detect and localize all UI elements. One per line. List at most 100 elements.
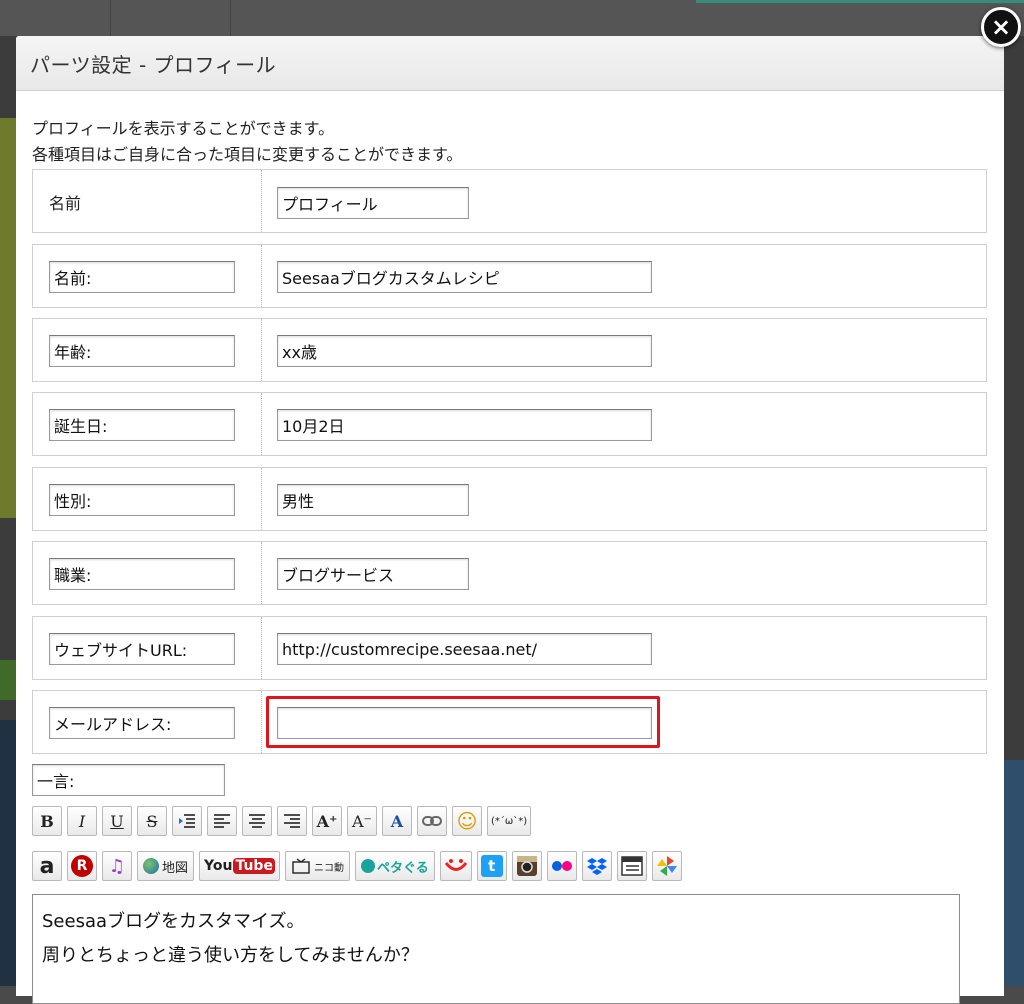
item-label-input[interactable]: 誕生日: [49,409,235,441]
smile-icon [444,859,467,871]
instagram-button[interactable] [511,851,542,881]
dialog-header: パーツ設定 - プロフィール [16,36,1004,91]
profile-row: 年齢: xx歳 [32,318,987,382]
title-input[interactable]: プロフィール [277,187,469,219]
table-button[interactable] [616,851,647,881]
background-panel [0,720,16,986]
close-icon: × [990,13,1012,41]
background-segment [0,0,111,36]
item-label-input[interactable]: 名前: [49,261,235,293]
dialog-description: プロフィールを表示することができます。 各種項目はご自身に合った項目に変更するこ… [32,116,462,168]
align-center-icon [249,814,265,828]
editor-toolbar-services: a R ♫ 地図 You Tube ニコ動 ペタぐる t [32,851,682,881]
table-icon [620,856,643,876]
row-divider [261,691,262,753]
background-top-bar [0,0,1024,36]
profile-row: 名前: Seesaaブログカスタムレシピ [32,244,987,308]
profile-settings-dialog: パーツ設定 - プロフィール プロフィールを表示することができます。 各種項目は… [16,36,1004,1004]
align-left-icon [214,814,230,828]
italic-button[interactable]: I [67,806,97,836]
font-size-up-button[interactable]: A⁺ [312,806,342,836]
item-value-input[interactable]: 男性 [277,484,469,516]
music-button[interactable]: ♫ [102,851,132,881]
item-value-input[interactable]: Seesaaブログカスタムレシピ [277,261,652,293]
niconico-label: ニコ動 [313,862,344,874]
petaguru-label: ペタぐる [376,860,429,876]
profile-row: ウェブサイトURL: http://customrecipe.seesaa.ne… [32,616,987,680]
row-divider [261,319,262,381]
instagram-icon [516,856,537,876]
flickr-button[interactable] [546,851,577,881]
underline-button[interactable]: U [102,806,132,836]
row-divider [261,245,262,307]
row-divider [261,393,262,455]
niconico-button[interactable]: ニコ動 [284,851,350,881]
rakuten-button[interactable]: R [67,851,97,881]
globe-icon [143,858,159,874]
editor-line: Seesaaブログをカスタマイズ。 [42,911,305,932]
item-label-input[interactable]: メールアドレス: [49,707,235,739]
align-center-button[interactable] [242,806,272,836]
link-button[interactable] [417,806,447,836]
item-label-input[interactable]: 年齢: [49,335,235,367]
indent-icon [179,814,195,828]
strikethrough-button[interactable]: S [137,806,167,836]
item-label-input[interactable]: 職業: [49,558,235,590]
align-right-button[interactable] [277,806,307,836]
background-panel [0,118,16,518]
comment-editor[interactable]: Seesaaブログをカスタマイズ。 周りとちょっと違う使い方をしてみませんか？ [32,894,960,1004]
comment-label-input[interactable]: 一言: [32,764,225,796]
item-value-input[interactable]: ブログサービス [277,558,469,590]
item-value-input[interactable]: xx歳 [277,335,652,367]
background-segment [110,0,231,36]
description-line: プロフィールを表示することができます。 [32,119,335,138]
bold-button[interactable]: B [32,806,62,836]
rakuten-icon: R [71,855,93,877]
twitter-button[interactable]: t [476,851,507,881]
profile-row: 性別: 男性 [32,467,987,531]
profile-row-title: 名前 プロフィール [32,169,987,233]
description-line: 各種項目はご自身に合った項目に変更することができます。 [32,145,463,164]
font-size-down-button[interactable]: A⁻ [347,806,377,836]
item-value-input[interactable]: 10月2日 [277,409,652,441]
pinwheel-button[interactable] [651,851,682,881]
petaguru-icon [360,859,375,873]
item-label-input[interactable]: 性別: [49,484,235,516]
tv-icon [292,858,310,874]
profile-row: 職業: ブログサービス [32,541,987,605]
flickr-icon [551,861,572,871]
petaguru-button[interactable]: ペタぐる [354,851,435,881]
amazon-button[interactable]: a [32,851,62,881]
youtube-label-you: You [204,858,233,874]
twitter-icon: t [480,855,503,877]
close-button[interactable]: × [981,7,1021,47]
editor-line: 周りとちょっと違う使い方をしてみませんか？ [42,945,419,966]
row-divider [261,468,262,530]
row-divider [261,617,262,679]
align-left-button[interactable] [207,806,237,836]
dropbox-button[interactable] [581,851,612,881]
font-color-button[interactable]: A [382,806,412,836]
background-panel [1004,760,1024,986]
highlight-box [266,696,660,748]
dialog-title: パーツ設定 - プロフィール [30,52,277,77]
profile-row: 誕生日: 10月2日 [32,392,987,456]
kaomoji-button[interactable]: (*´ω`*) [487,806,532,836]
map-button[interactable]: 地図 [137,851,195,881]
link-icon [422,816,442,826]
row-divider [261,170,262,232]
pinwheel-icon [656,856,677,876]
item-label-input[interactable]: ウェブサイトURL: [49,633,235,665]
row-divider [261,542,262,604]
indent-button[interactable] [172,806,202,836]
item-value-input[interactable]: http://customrecipe.seesaa.net/ [277,633,652,665]
title-label: 名前 [49,194,82,213]
dropbox-icon [586,858,607,875]
map-label: 地図 [162,860,189,876]
editor-toolbar-format: B I U S A⁺ A⁻ A ☺ (*´ω`*) [32,806,532,836]
background-panel [0,660,16,700]
smile-button[interactable] [439,851,472,881]
youtube-button[interactable]: You Tube [199,851,280,881]
background-accent-line [696,0,1024,3]
emoji-button[interactable]: ☺ [452,806,482,836]
